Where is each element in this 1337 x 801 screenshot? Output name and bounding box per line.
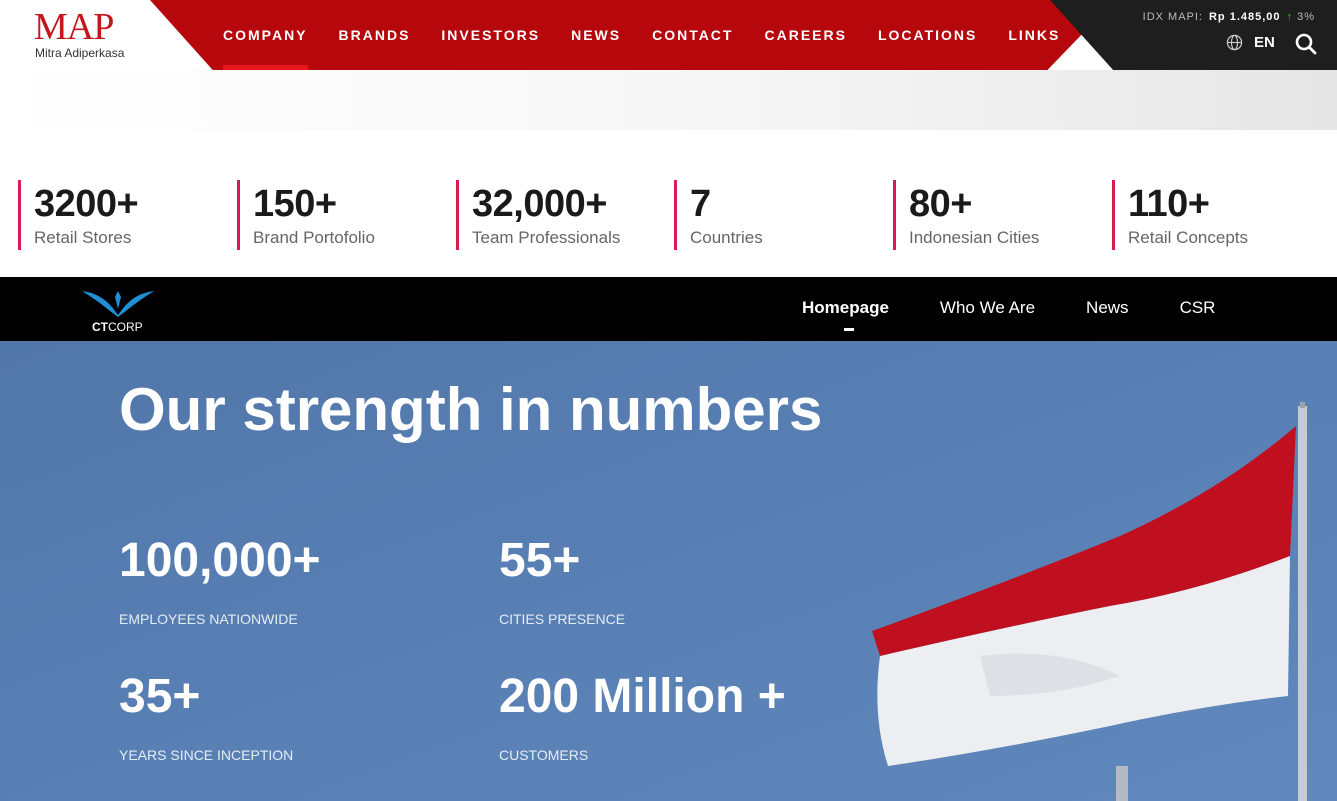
stat-countries: 7 Countries xyxy=(674,180,763,250)
hero-section: Our strength in numbers 100,000+ EMPLOYE… xyxy=(0,341,1337,801)
nav-news[interactable]: NEWS xyxy=(571,0,621,70)
kpi-label: EMPLOYEES NATIONWIDE xyxy=(119,611,298,627)
up-arrow-icon: ↑ xyxy=(1286,11,1294,23)
language-label: EN xyxy=(1254,34,1275,51)
kpi-value: 100,000+ xyxy=(119,534,321,587)
kpi-label: CITIES PRESENCE xyxy=(499,611,626,627)
main-nav: COMPANY BRANDS INVESTORS NEWS CONTACT CA… xyxy=(223,0,1091,70)
language-selector[interactable]: EN xyxy=(1226,34,1275,51)
stat-label: Indonesian Cities xyxy=(909,228,1040,247)
kpi-employees: 100,000+ EMPLOYEES NATIONWIDE xyxy=(119,533,321,627)
kpi-customers: 200 Million + CUSTOMERS xyxy=(499,669,786,763)
ctcorp-nav-bar: CTCORP Homepage Who We Are News CSR xyxy=(0,277,1337,341)
ctnav-who-we-are[interactable]: Who We Are xyxy=(940,277,1035,341)
kpi-value: 200 Million + xyxy=(499,670,786,723)
nav-contact[interactable]: CONTACT xyxy=(652,0,733,70)
ticker-label: IDX MAPI: xyxy=(1142,11,1203,23)
ctnav-news[interactable]: News xyxy=(1086,277,1129,341)
nav-careers[interactable]: CAREERS xyxy=(764,0,846,70)
stat-value: 80+ xyxy=(909,183,972,225)
logo-subtitle: Mitra Adiperkasa xyxy=(35,46,125,60)
stat-label: Countries xyxy=(690,228,763,247)
stat-value: 110+ xyxy=(1128,183,1210,225)
stat-label: Retail Stores xyxy=(34,228,132,247)
nav-links[interactable]: LINKS xyxy=(1008,0,1060,70)
stat-label: Brand Portofolio xyxy=(253,228,375,247)
stat-retail-concepts: 110+ Retail Concepts xyxy=(1112,180,1248,250)
ctnav-csr[interactable]: CSR xyxy=(1180,277,1216,341)
nav-company[interactable]: COMPANY xyxy=(223,0,308,70)
ctcorp-nav: Homepage Who We Are News CSR xyxy=(802,277,1266,341)
stat-brand-portfolio: 150+ Brand Portofolio xyxy=(237,180,375,250)
top-header: MAP Mitra Adiperkasa COMPANY BRANDS INVE… xyxy=(0,0,1337,70)
ctcorp-wordmark: CTCORP xyxy=(92,320,143,334)
search-icon[interactable] xyxy=(1295,33,1317,55)
kpi-value: 35+ xyxy=(119,670,201,723)
nav-brands[interactable]: BRANDS xyxy=(339,0,411,70)
stock-ticker[interactable]: IDX MAPI: Rp 1.485,00 ↑ 3% xyxy=(1143,11,1315,23)
kpi-years: 35+ YEARS SINCE INCEPTION xyxy=(119,669,293,763)
logo-wordmark: MAP xyxy=(34,6,114,48)
globe-icon xyxy=(1226,34,1243,51)
stat-value: 32,000+ xyxy=(472,183,607,225)
ctcorp-logo[interactable]: CTCORP xyxy=(82,287,154,335)
ctnav-homepage[interactable]: Homepage xyxy=(802,277,889,341)
hero-title: Our strength in numbers xyxy=(119,376,823,443)
stat-label: Team Professionals xyxy=(472,228,621,247)
kpi-value: 55+ xyxy=(499,534,581,587)
stat-retail-stores: 3200+ Retail Stores xyxy=(18,180,139,250)
stat-team-professionals: 32,000+ Team Professionals xyxy=(456,180,620,250)
ticker-price: Rp 1.485,00 xyxy=(1208,11,1281,23)
nav-locations[interactable]: LOCATIONS xyxy=(878,0,977,70)
nav-investors[interactable]: INVESTORS xyxy=(441,0,540,70)
ticker-change: 3% xyxy=(1297,11,1315,23)
stat-value: 150+ xyxy=(253,183,337,225)
stat-label: Retail Concepts xyxy=(1128,228,1249,247)
kpi-cities: 55+ CITIES PRESENCE xyxy=(499,533,625,627)
eagle-icon xyxy=(82,291,154,317)
kpi-label: YEARS SINCE INCEPTION xyxy=(119,747,294,763)
top-banner xyxy=(0,70,1337,130)
kpi-label: CUSTOMERS xyxy=(499,747,589,763)
stat-value: 7 xyxy=(690,183,711,225)
indonesian-flag-image xyxy=(872,402,1307,801)
stat-value: 3200+ xyxy=(34,183,139,225)
stat-indonesian-cities: 80+ Indonesian Cities xyxy=(893,180,1039,250)
stats-row: 3200+ Retail Stores 150+ Brand Portofoli… xyxy=(18,180,1337,250)
